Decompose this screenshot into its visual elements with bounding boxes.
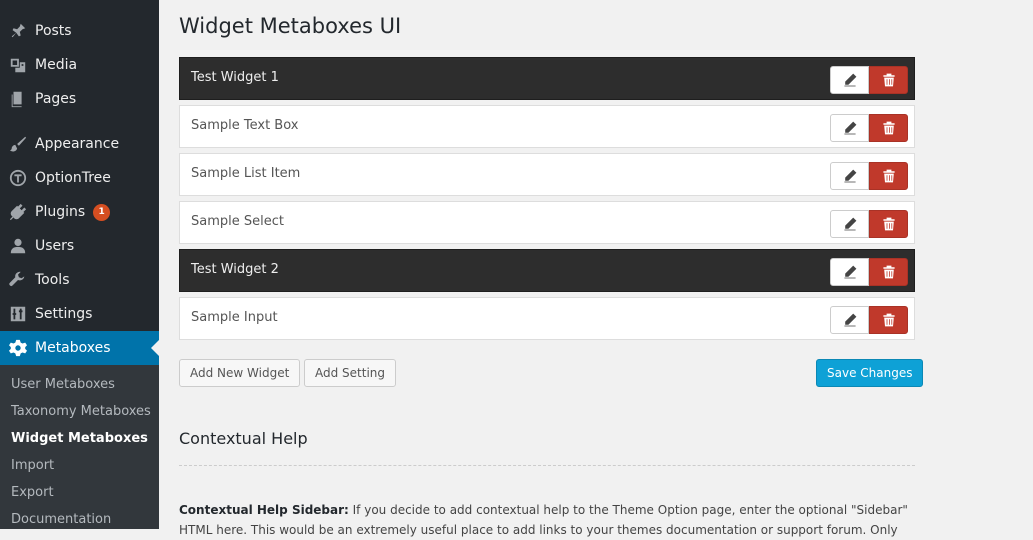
save-changes-button[interactable]: Save Changes — [816, 359, 924, 387]
pencil-icon — [843, 217, 856, 231]
trash-icon — [882, 265, 895, 279]
sidebar-item-users[interactable]: Users — [0, 229, 159, 263]
sidebar-item-media[interactable]: Media — [0, 48, 159, 82]
sidebar-item-label: OptionTree — [35, 170, 111, 186]
page-title: Widget Metaboxes UI — [179, 14, 402, 38]
admin-sidebar: Posts Media Pages Appearance OptionTree … — [0, 0, 159, 529]
widget-label: Sample List Item — [191, 166, 301, 181]
widget-row[interactable]: Sample List Item — [179, 153, 915, 196]
sidebar-item-label: Posts — [35, 23, 72, 39]
submenu-user-metaboxes[interactable]: User Metaboxes — [11, 377, 115, 392]
sidebar-item-label: Pages — [35, 91, 77, 107]
optiontree-icon — [8, 168, 28, 188]
trash-icon — [882, 169, 895, 183]
edit-widget-button[interactable] — [830, 306, 869, 334]
sidebar-item-label: Plugins — [35, 204, 86, 220]
gear-icon — [8, 338, 28, 358]
sliders-icon — [8, 304, 28, 324]
sidebar-item-metaboxes[interactable]: Metaboxes — [0, 331, 159, 365]
submenu-import[interactable]: Import — [11, 458, 54, 473]
user-icon — [8, 236, 28, 256]
widget-row[interactable]: Test Widget 2 — [179, 249, 915, 292]
delete-widget-button[interactable] — [869, 66, 908, 94]
trash-icon — [882, 313, 895, 327]
sidebar-item-plugins[interactable]: Plugins 1 — [0, 195, 159, 229]
delete-widget-button[interactable] — [869, 210, 908, 238]
main-content: Widget Metaboxes UI Test Widget 1 Sample… — [159, 0, 1033, 537]
pencil-icon — [843, 313, 856, 327]
submenu-widget-metaboxes[interactable]: Widget Metaboxes — [11, 431, 148, 446]
edit-widget-button[interactable] — [830, 210, 869, 238]
widget-label: Sample Input — [191, 310, 278, 325]
trash-icon — [882, 217, 895, 231]
contextual-help-heading: Contextual Help — [179, 429, 308, 448]
contextual-help-description: Contextual Help Sidebar: If you decide t… — [179, 500, 915, 540]
pencil-icon — [843, 265, 856, 279]
submenu-taxonomy-metaboxes[interactable]: Taxonomy Metaboxes — [11, 404, 151, 419]
plugin-icon — [8, 202, 28, 222]
widget-label: Sample Select — [191, 214, 284, 229]
pages-icon — [8, 89, 28, 109]
edit-widget-button[interactable] — [830, 66, 869, 94]
wrench-icon — [8, 270, 28, 290]
sidebar-item-posts[interactable]: Posts — [0, 14, 159, 48]
sidebar-item-tools[interactable]: Tools — [0, 263, 159, 297]
divider — [179, 465, 915, 466]
widget-label: Test Widget 1 — [191, 70, 279, 85]
sidebar-item-label: Metaboxes — [35, 340, 111, 356]
sidebar-item-label: Settings — [35, 306, 93, 322]
sidebar-item-label: Tools — [35, 272, 70, 288]
submenu-documentation[interactable]: Documentation — [11, 512, 111, 527]
trash-icon — [882, 121, 895, 135]
pencil-icon — [843, 169, 856, 183]
sidebar-item-appearance[interactable]: Appearance — [0, 127, 159, 161]
media-icon — [8, 55, 28, 75]
help-text-label: Contextual Help Sidebar: — [179, 503, 349, 517]
pencil-icon — [843, 73, 856, 87]
delete-widget-button[interactable] — [869, 258, 908, 286]
widget-label: Test Widget 2 — [191, 262, 279, 277]
trash-icon — [882, 73, 895, 87]
widget-label: Sample Text Box — [191, 118, 299, 133]
widget-row[interactable]: Sample Select — [179, 201, 915, 244]
edit-widget-button[interactable] — [830, 162, 869, 190]
delete-widget-button[interactable] — [869, 162, 908, 190]
metaboxes-submenu: User Metaboxes Taxonomy Metaboxes Widget… — [0, 365, 159, 529]
pin-icon — [8, 21, 28, 41]
sidebar-item-optiontree[interactable]: OptionTree — [0, 161, 159, 195]
widget-row[interactable]: Sample Input — [179, 297, 915, 340]
delete-widget-button[interactable] — [869, 306, 908, 334]
brush-icon — [8, 134, 28, 154]
edit-widget-button[interactable] — [830, 114, 869, 142]
sidebar-item-label: Users — [35, 238, 75, 254]
sidebar-item-label: Appearance — [35, 136, 120, 152]
add-new-widget-button[interactable]: Add New Widget — [179, 359, 301, 387]
widget-row[interactable]: Test Widget 1 — [179, 57, 915, 100]
delete-widget-button[interactable] — [869, 114, 908, 142]
submenu-export[interactable]: Export — [11, 485, 54, 500]
edit-widget-button[interactable] — [830, 258, 869, 286]
sidebar-item-label: Media — [35, 57, 78, 73]
add-setting-button[interactable]: Add Setting — [304, 359, 397, 387]
sidebar-item-settings[interactable]: Settings — [0, 297, 159, 331]
sidebar-item-pages[interactable]: Pages — [0, 82, 159, 116]
widget-row[interactable]: Sample Text Box — [179, 105, 915, 148]
update-count-badge: 1 — [93, 203, 111, 221]
pencil-icon — [843, 121, 856, 135]
